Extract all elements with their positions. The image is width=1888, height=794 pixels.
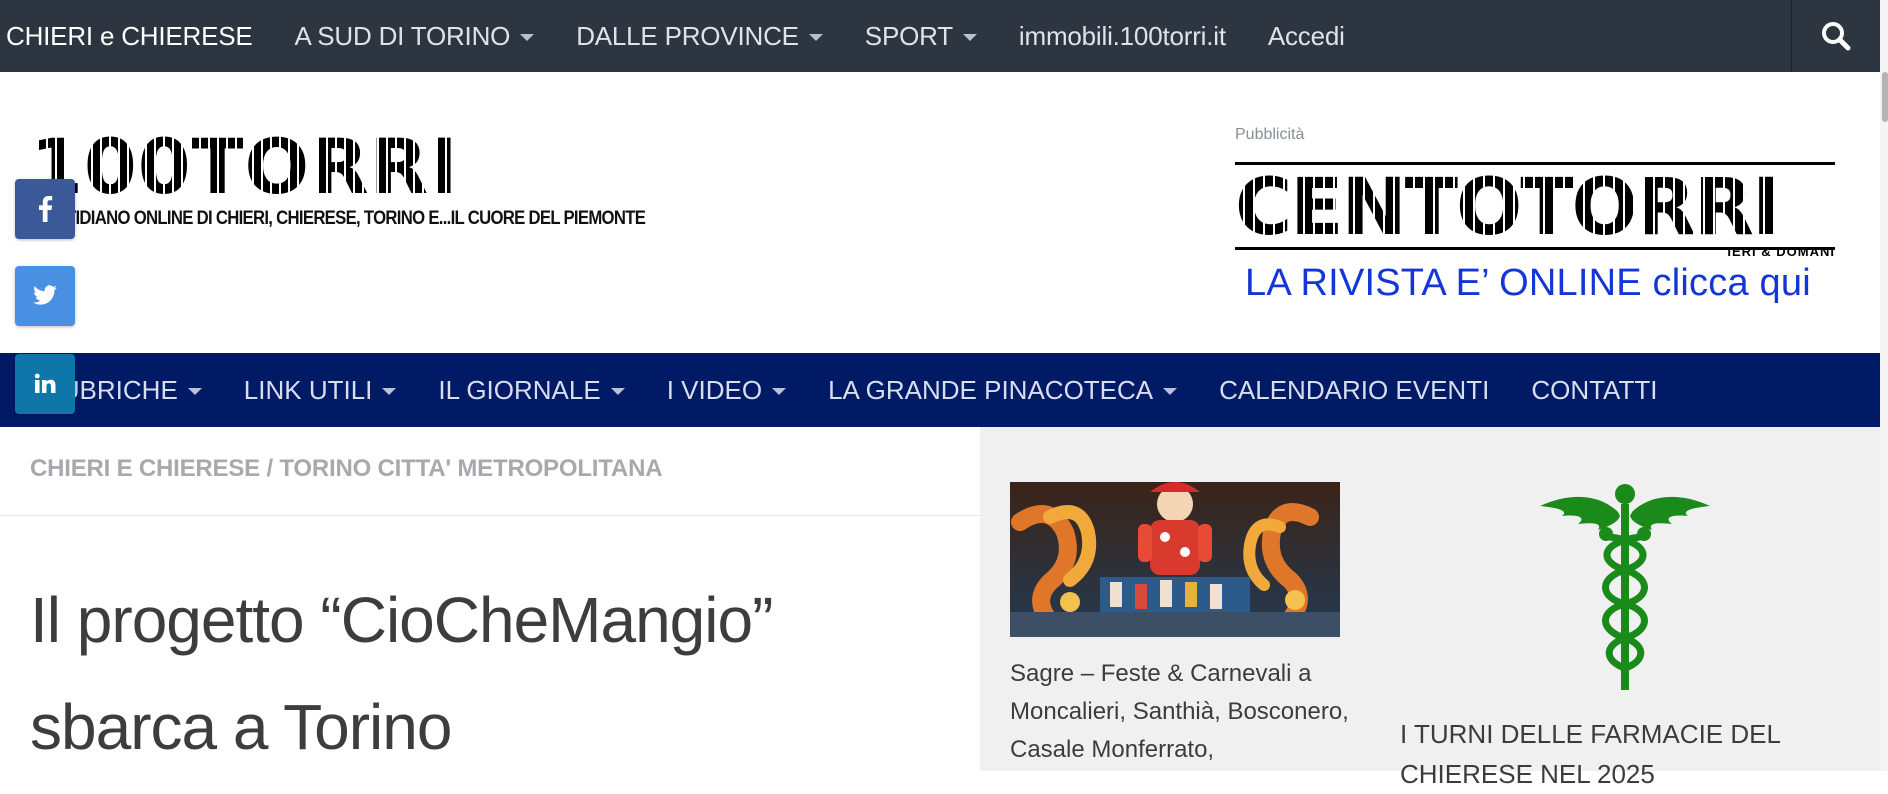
post-title-farmacie[interactable]: I TURNI DELLE FARMACIE DEL CHIERESE NEL … xyxy=(1400,714,1820,794)
post-thumbnail-carnival[interactable] xyxy=(1010,482,1340,637)
chevron-down-icon xyxy=(520,34,535,41)
logo-letter: 0 xyxy=(137,122,191,211)
logo-tagline: QUOTIDIANO ONLINE DI CHIERI, CHIERESE, T… xyxy=(30,208,646,229)
logo-letter: O xyxy=(244,122,310,211)
page-scrollbar[interactable] xyxy=(1880,0,1888,771)
top-nav-menu: CHIERI e CHIERESE A SUD DI TORINO DALLE … xyxy=(0,0,1387,72)
advertising-label: Pubblicità xyxy=(1235,126,1305,143)
pharmacy-post-image[interactable] xyxy=(1540,482,1710,692)
top-nav-item-sud-torino[interactable]: A SUD DI TORINO xyxy=(295,0,535,72)
logo-letter: R xyxy=(369,122,429,211)
top-nav-item-province[interactable]: DALLE PROVINCE xyxy=(576,0,823,72)
main-nav-item-calendario[interactable]: CALENDARIO EVENTI xyxy=(1219,353,1489,427)
chevron-down-icon xyxy=(382,388,397,395)
top-nav-item-chieri[interactable]: CHIERI e CHIERESE xyxy=(6,0,253,72)
top-nav-item-label: DALLE PROVINCE xyxy=(576,20,799,51)
logo-letter: 0 xyxy=(83,122,137,211)
twitter-icon xyxy=(33,285,57,305)
top-nav-item-sport[interactable]: SPORT xyxy=(865,0,977,72)
caduceus-icon xyxy=(1540,484,1710,690)
chevron-down-icon xyxy=(610,388,625,395)
main-navigation-bar: RUBRICHE LINK UTILI IL GIORNALE I VIDEO … xyxy=(0,353,1880,427)
facebook-share-button[interactable] xyxy=(15,179,75,239)
main-nav-item-link-utili[interactable]: LINK UTILI xyxy=(244,353,397,427)
main-nav-item-label: CALENDARIO EVENTI xyxy=(1219,374,1490,405)
top-nav-item-label: A SUD DI TORINO xyxy=(294,20,511,51)
linkedin-share-button[interactable] xyxy=(15,354,75,414)
top-navigation-bar: CHIERI e CHIERESE A SUD DI TORINO DALLE … xyxy=(0,0,1880,72)
main-nav-item-label: I VIDEO xyxy=(666,374,763,405)
scrollbar-thumb[interactable] xyxy=(1882,72,1888,122)
main-nav-item-il-giornale[interactable]: IL GIORNALE xyxy=(438,353,625,427)
logo-letter: I xyxy=(429,122,457,211)
main-nav-item-pinacoteca[interactable]: LA GRANDE PINACOTECA xyxy=(828,353,1178,427)
sidebar: Sagre – Feste & Carnevali a Moncalieri, … xyxy=(980,427,1880,789)
article-area: CHIERI E CHIERESE / TORINO CITTA' METROP… xyxy=(0,427,980,771)
divider xyxy=(0,515,980,516)
top-nav-item-accedi[interactable]: Accedi xyxy=(1268,0,1345,72)
chevron-down-icon xyxy=(187,388,202,395)
top-nav-item-label: SPORT xyxy=(864,20,953,51)
top-nav-item-label: Accedi xyxy=(1267,20,1345,51)
logo-letter: R xyxy=(310,122,369,211)
site-header: 1 0 0 T O R R I QUOTIDIANO ONLINE DI CHI… xyxy=(0,72,1880,353)
banner-subtitle: IERI & DOMANI xyxy=(1727,244,1835,259)
main-nav-item-label: CONTATTI xyxy=(1531,374,1658,405)
article-category-breadcrumb[interactable]: CHIERI E CHIERESE / TORINO CITTA' METROP… xyxy=(30,455,663,483)
article-title: Il progetto “CioCheMangio” sbarca a Tori… xyxy=(30,584,773,763)
search-button[interactable] xyxy=(1791,0,1880,72)
site-logo[interactable]: 1 0 0 T O R R I QUOTIDIANO ONLINE DI CHI… xyxy=(30,122,646,230)
top-nav-item-label: CHIERI e CHIERESE xyxy=(6,20,253,51)
chevron-down-icon xyxy=(962,34,977,41)
main-nav-item-i-video[interactable]: I VIDEO xyxy=(666,353,787,427)
logo-letter: T xyxy=(191,122,244,211)
search-icon xyxy=(1822,22,1851,51)
chevron-down-icon xyxy=(1163,388,1178,395)
post-title-sagre[interactable]: Sagre – Feste & Carnevali a Moncalieri, … xyxy=(1010,655,1350,769)
chevron-down-icon xyxy=(808,34,823,41)
facebook-icon xyxy=(39,196,53,222)
advertising-banner[interactable]: CENTOTORRI IERI & DOMANI LA RIVISTA E’ O… xyxy=(1235,162,1835,304)
main-nav-item-label: LA GRANDE PINACOTECA xyxy=(828,374,1154,405)
main-nav-item-contatti[interactable]: CONTATTI xyxy=(1531,353,1657,427)
linkedin-icon xyxy=(34,373,56,393)
banner-cta: LA RIVISTA E’ ONLINE clicca qui xyxy=(1245,262,1811,304)
main-nav-item-label: LINK UTILI xyxy=(243,374,373,405)
top-nav-item-immobili[interactable]: immobili.100torri.it xyxy=(1019,0,1226,72)
logo-wordmark: 1 0 0 T O R R I xyxy=(30,122,646,211)
top-nav-item-label: immobili.100torri.it xyxy=(1018,20,1226,51)
carnival-float-image xyxy=(1010,482,1340,637)
twitter-share-button[interactable] xyxy=(15,266,75,326)
main-nav-item-label: IL GIORNALE xyxy=(438,374,601,405)
banner-title: CENTOTORRI xyxy=(1235,169,1835,247)
chevron-down-icon xyxy=(772,388,787,395)
